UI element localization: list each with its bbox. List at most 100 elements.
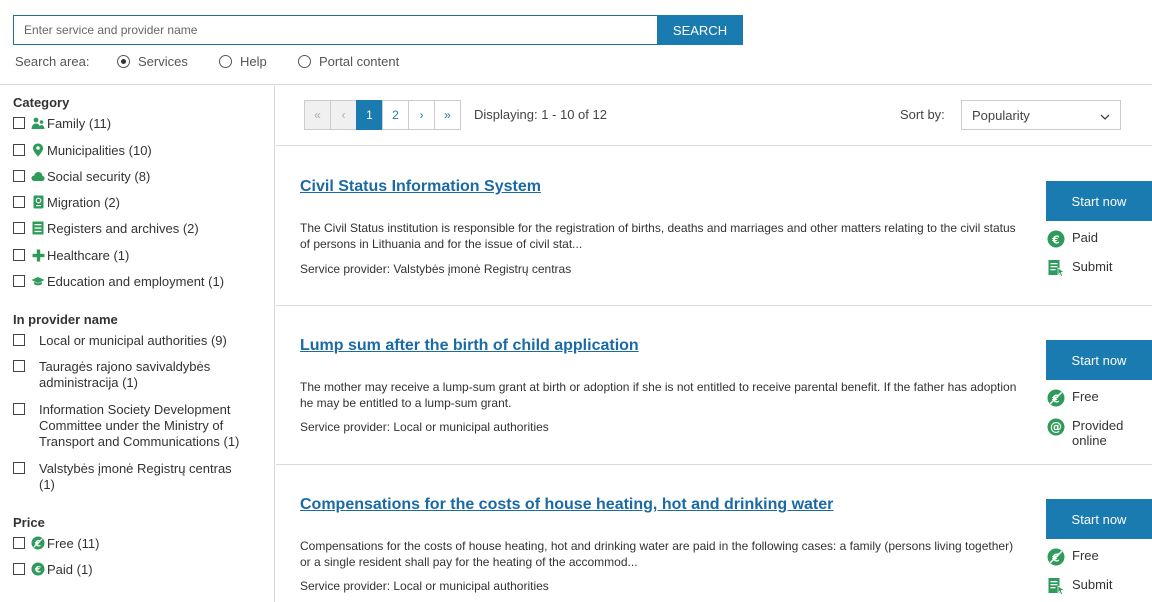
filter-label: Registers and archives (2)	[47, 221, 199, 236]
start-now-button[interactable]: Start now	[1046, 499, 1152, 539]
radio-label: Services	[138, 54, 188, 69]
submit-document-icon	[1047, 259, 1065, 277]
cloud-icon	[31, 169, 45, 183]
at-sign-icon: @	[1047, 418, 1065, 436]
result-title-link[interactable]: Compensations for the costs of house hea…	[300, 496, 833, 514]
checkbox[interactable]	[13, 275, 25, 287]
filter-sidebar: Category Family (11) Municipalities (10)…	[0, 86, 275, 602]
filter-label: Migration (2)	[47, 195, 120, 210]
filter-social-security[interactable]: Social security (8)	[13, 169, 150, 185]
filter-label: Education and employment (1)	[47, 274, 225, 289]
filter-family[interactable]: Family (11)	[13, 116, 111, 132]
result-description: The mother may receive a lump-sum grant …	[300, 380, 1017, 410]
radio-dot[interactable]	[298, 55, 311, 68]
graduation-cap-icon	[31, 274, 45, 288]
svg-text:€: €	[1051, 233, 1060, 246]
free-icon: €	[1047, 389, 1065, 407]
provider-heading: In provider name	[13, 312, 118, 327]
result-description: Compensations for the costs of house hea…	[300, 539, 1014, 569]
page-2-button[interactable]: 2	[382, 100, 409, 130]
filter-label: Local or municipal authorities (9)	[39, 333, 227, 348]
checkbox[interactable]	[13, 334, 25, 346]
search-button[interactable]: SEARCH	[657, 15, 743, 45]
radio-dot[interactable]	[219, 55, 232, 68]
filter-education-employment[interactable]: Education and employment (1)	[13, 274, 224, 290]
filter-migration[interactable]: Migration (2)	[13, 195, 120, 211]
radio-portal-content[interactable]: Portal content	[298, 54, 399, 69]
checkbox[interactable]	[13, 249, 25, 261]
family-icon	[31, 116, 45, 130]
price-label: Free	[1072, 548, 1099, 563]
search-input[interactable]	[13, 15, 658, 45]
filter-label: Tauragės rajono savivaldybės administrac…	[39, 359, 211, 390]
plus-icon	[31, 248, 45, 262]
checkbox[interactable]	[13, 360, 25, 372]
passport-icon	[31, 195, 45, 209]
checkbox[interactable]	[13, 222, 25, 234]
category-heading: Category	[13, 95, 70, 110]
next-page-button[interactable]: ›	[408, 100, 435, 130]
price-heading: Price	[13, 515, 45, 530]
archive-icon	[31, 221, 45, 235]
search-bar: SEARCH Search area: Services Help Portal…	[0, 0, 1152, 85]
radio-services[interactable]: Services	[117, 54, 188, 69]
filter-provider-info-society[interactable]: Information Society Development Committe…	[13, 402, 244, 450]
delivery-status: @ Provided online	[1047, 418, 1132, 448]
result-item: Compensations for the costs of house hea…	[276, 465, 1152, 602]
first-page-button[interactable]: «	[304, 100, 331, 130]
filter-price-free[interactable]: € Free (11)	[13, 536, 100, 552]
start-now-button[interactable]: Start now	[1046, 181, 1152, 221]
price-label: Paid	[1072, 230, 1099, 245]
delivery-label: Provided online	[1072, 418, 1124, 448]
filter-provider-taurages[interactable]: Tauragės rajono savivaldybės administrac…	[13, 359, 219, 391]
delivery-status: Submit	[1047, 577, 1112, 595]
sort-value: Popularity	[972, 107, 1030, 123]
checkbox[interactable]	[13, 563, 25, 575]
filter-provider-local-authorities[interactable]: Local or municipal authorities (9)	[13, 333, 244, 349]
result-title-link[interactable]: Civil Status Information System	[300, 178, 541, 196]
filter-label: Paid (1)	[47, 562, 93, 577]
filter-price-paid[interactable]: € Paid (1)	[13, 562, 93, 578]
result-item: Civil Status Information System The Civi…	[276, 147, 1152, 306]
filter-label: Free (11)	[47, 536, 100, 551]
svg-text:@: @	[1050, 420, 1062, 434]
radio-help[interactable]: Help	[219, 54, 267, 69]
results-count: Displaying: 1 - 10 of 12	[474, 107, 607, 122]
result-provider: Service provider: Local or municipal aut…	[300, 579, 549, 593]
filter-label: Municipalities (10)	[47, 143, 152, 158]
price-status: € Free	[1047, 548, 1099, 566]
sort-label: Sort by:	[900, 107, 945, 122]
filter-municipalities[interactable]: Municipalities (10)	[13, 143, 152, 159]
euro-icon: €	[31, 562, 45, 576]
checkbox[interactable]	[13, 537, 25, 549]
page-1-button[interactable]: 1	[356, 100, 383, 130]
result-description: The Civil Status institution is responsi…	[300, 221, 1016, 251]
result-title-link[interactable]: Lump sum after the birth of child applic…	[300, 337, 639, 355]
price-label: Free	[1072, 389, 1099, 404]
last-page-button[interactable]: »	[434, 100, 461, 130]
prev-page-button[interactable]: ‹	[330, 100, 357, 130]
sort-select[interactable]: Popularity	[961, 100, 1121, 130]
filter-provider-registru-centras[interactable]: Valstybės įmonė Registrų centras (1)	[13, 461, 244, 493]
filter-registers-archives[interactable]: Registers and archives (2)	[13, 221, 199, 237]
checkbox[interactable]	[13, 462, 25, 474]
pagination: « ‹ 1 2 › »	[304, 100, 461, 130]
checkbox[interactable]	[13, 196, 25, 208]
checkbox[interactable]	[13, 403, 25, 415]
delivery-label: Submit	[1072, 577, 1113, 592]
filter-healthcare[interactable]: Healthcare (1)	[13, 248, 129, 264]
filter-label: Social security (8)	[47, 169, 151, 184]
result-provider: Service provider: Local or municipal aut…	[300, 420, 549, 434]
filter-label: Family (11)	[47, 116, 112, 131]
checkbox[interactable]	[13, 144, 25, 156]
filter-label: Information Society Development Committe…	[39, 402, 240, 449]
map-pin-icon	[31, 143, 45, 157]
search-area-label: Search area:	[15, 54, 90, 69]
free-icon: €	[31, 536, 45, 550]
submit-document-icon	[1047, 577, 1065, 595]
radio-dot[interactable]	[117, 55, 130, 68]
start-now-button[interactable]: Start now	[1046, 340, 1152, 380]
checkbox[interactable]	[13, 117, 25, 129]
checkbox[interactable]	[13, 170, 25, 182]
results-toolbar: « ‹ 1 2 › » Displaying: 1 - 10 of 12 Sor…	[276, 86, 1152, 146]
